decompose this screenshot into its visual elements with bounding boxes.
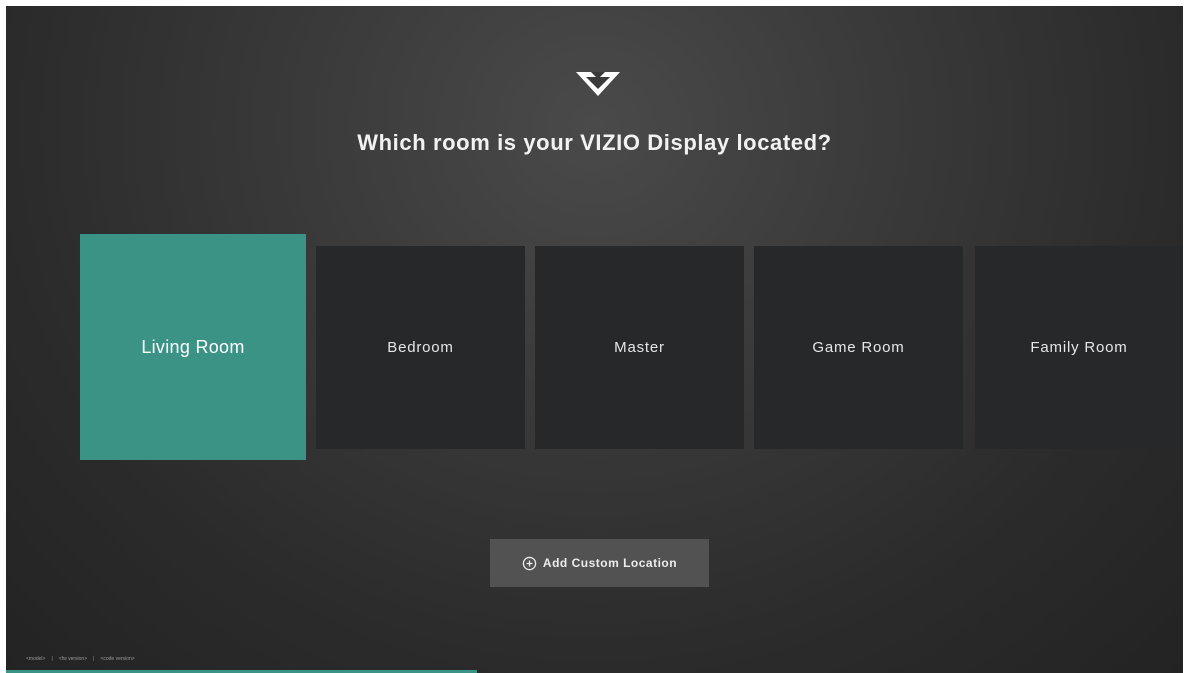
room-tile-family-room[interactable]: Family Room: [975, 246, 1183, 449]
version-info: <model> | <fw version> | <code version>: [26, 656, 135, 662]
room-tile-label: Living Room: [141, 336, 245, 357]
setup-screen: Which room is your VIZIO Display located…: [6, 6, 1183, 673]
model-text: <model>: [26, 656, 46, 662]
room-tile-bedroom[interactable]: Bedroom: [316, 246, 525, 449]
room-tile-label: Master: [614, 339, 665, 356]
room-tile-master[interactable]: Master: [535, 246, 744, 449]
room-tile-label: Game Room: [812, 339, 905, 356]
room-tile-game-room[interactable]: Game Room: [754, 246, 963, 449]
room-tile-living-room[interactable]: Living Room: [80, 234, 306, 460]
separator: |: [93, 656, 95, 662]
add-custom-location-label: Add Custom Location: [542, 556, 678, 570]
separator: |: [51, 656, 53, 662]
vizio-v-logo-icon: [576, 72, 620, 96]
add-custom-location-button[interactable]: Add Custom Location: [490, 539, 709, 587]
room-tile-label: Bedroom: [387, 339, 454, 356]
plus-circle-icon: [522, 556, 537, 570]
fw-version-text: <fw version>: [58, 656, 88, 662]
code-version-text: <code version>: [100, 656, 135, 662]
page-title: Which room is your VIZIO Display located…: [357, 130, 832, 155]
room-tile-label: Family Room: [1030, 339, 1128, 356]
